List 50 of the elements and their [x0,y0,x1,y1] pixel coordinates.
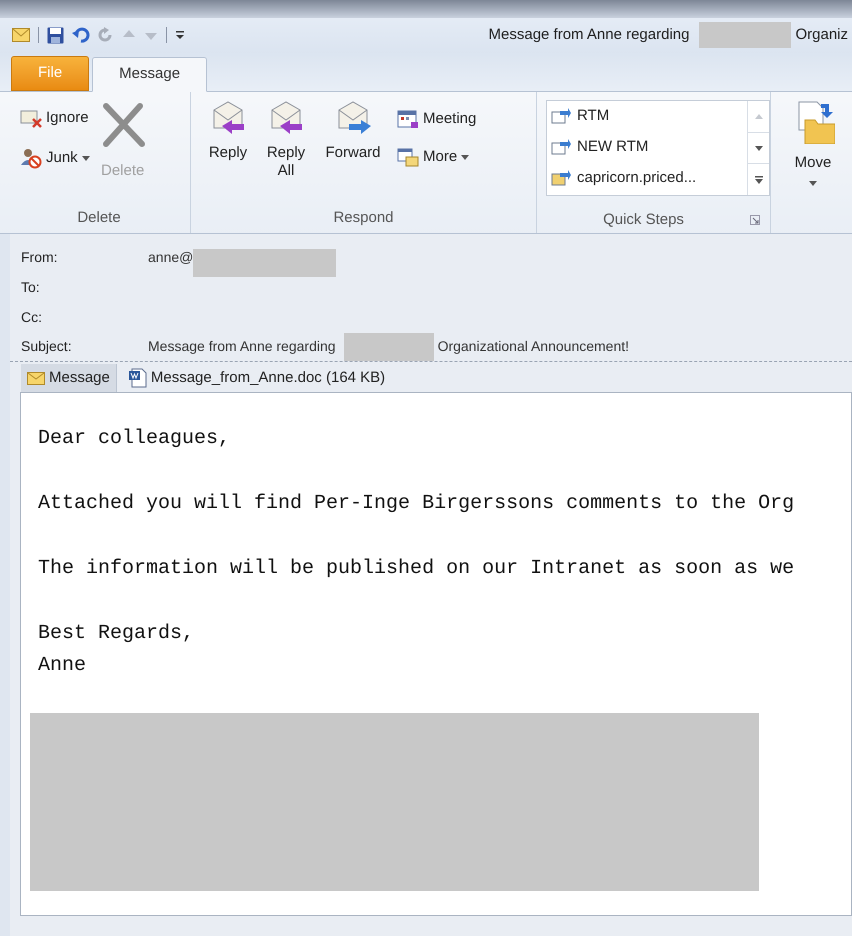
envelope-icon [27,372,45,384]
document-icon [128,368,147,388]
ignore-icon [20,108,42,128]
quick-step-item[interactable]: NEW RTM [551,132,747,163]
undo-icon[interactable] [72,27,90,43]
field-label: From: [21,248,59,266]
caret-icon [809,180,817,186]
ignore-button[interactable]: Ignore [20,102,90,134]
person-blocked-icon [20,147,42,169]
group-label: Delete [76,208,122,228]
body-text-line: Dear colleagues, [38,426,232,452]
up-arrow-icon [754,114,762,119]
ribbon-tab[interactable]: Message [92,57,208,92]
field-label: Subject: [21,337,73,356]
quick-step-item[interactable]: RTM [551,101,747,132]
dialog-launcher-icon[interactable] [750,215,760,225]
caret-icon [82,156,90,160]
calendar-icon [397,109,419,129]
body-text-line: Attached you will find Per-Inge Birgerssons comments to the Org [38,491,796,517]
group-label: Respond [332,208,395,228]
move-button[interactable]: Move [787,100,839,186]
message-tab[interactable]: Message [21,364,117,392]
quick-step-item[interactable]: capricorn.priced... [551,163,747,194]
window-title: Organiz [795,24,849,45]
save-icon[interactable] [47,26,64,44]
calendar-envelope-icon [397,147,419,167]
reply-all-button[interactable]: Reply All [263,100,309,207]
attachment-item[interactable]: Message_from_Anne.doc (164 KB) [122,364,392,392]
expand-icon [754,176,762,184]
field-label: Cc: [21,308,43,326]
window-title: Message from Anne regarding [488,24,690,45]
body-text-line: Anne [38,653,88,679]
forward-button[interactable]: Forward [321,100,385,207]
down-arrow-icon [754,146,762,150]
meeting-button[interactable]: Meeting [397,104,476,134]
customize-caret-icon[interactable] [175,29,185,41]
quick-step-icon [551,138,571,158]
group-label: Quick Steps [602,210,685,230]
field-value: Message from Anne regarding [148,337,336,356]
body-text-line: Best Regards, [38,621,196,647]
caret-icon [461,154,470,160]
body-text-line: The information will be published on our Intranet as soon as we [38,556,796,582]
more-button[interactable]: More [397,142,476,172]
quick-step-icon [551,168,571,188]
reply-button[interactable]: Reply [205,100,251,207]
field-value: Organizational Announcement! [438,337,630,356]
field-label: To: [21,278,41,296]
quick-step-icon [551,106,571,126]
field-value: anne@ [148,248,194,266]
junk-button[interactable]: Junk [20,142,90,174]
